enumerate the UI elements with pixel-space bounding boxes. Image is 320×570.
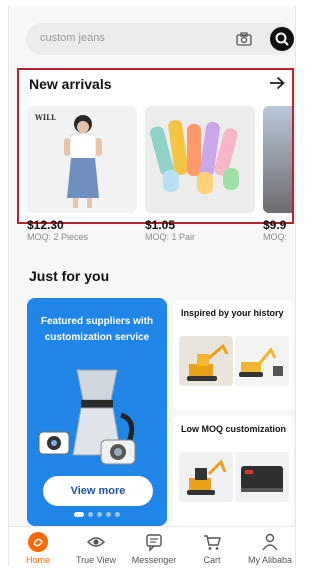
- carousel-dot[interactable]: [88, 512, 93, 517]
- eye-icon: [87, 537, 105, 547]
- product-image-socks[interactable]: [145, 106, 255, 213]
- featured-text: Featured suppliers with customization se…: [40, 316, 154, 343]
- brand-tag: WILL: [34, 113, 56, 122]
- message-icon: [146, 534, 162, 552]
- card-image-excavator[interactable]: [179, 336, 233, 386]
- product-price: $12.30: [27, 218, 64, 232]
- nav-label: Messenger: [131, 555, 177, 565]
- section-title: New arrivals: [29, 76, 112, 92]
- product-image[interactable]: [263, 106, 292, 213]
- app-screen: custom jeans New arrivals WILL $12.30 MO…: [8, 6, 296, 566]
- featured-product-image: [38, 369, 136, 465]
- nav-label: Home: [25, 555, 50, 565]
- carousel-dot[interactable]: [106, 512, 111, 517]
- just-for-you-title: Just for you: [29, 268, 110, 284]
- nav-home[interactable]: Home: [9, 527, 67, 566]
- product-moq: MOQ: 2 Pieces: [27, 232, 89, 242]
- new-arrivals-section: New arrivals WILL $12.30 MOQ: 2 Pieces $…: [17, 68, 294, 242]
- nav-messenger[interactable]: Messenger: [125, 527, 183, 566]
- nav-label: Cart: [203, 555, 221, 565]
- card-title: Inspired by your history: [181, 308, 284, 318]
- search-header: custom jeans: [9, 6, 295, 62]
- home-icon: [28, 532, 48, 552]
- product-price: $9.9: [263, 218, 287, 232]
- card-title: Low MOQ customization: [181, 424, 286, 434]
- search-bar[interactable]: custom jeans: [26, 23, 294, 55]
- search-input[interactable]: custom jeans: [40, 32, 210, 44]
- bottom-navigation: Home True View Messenger Cart My Alibaba: [9, 526, 295, 566]
- nav-my-alibaba[interactable]: My Alibaba: [241, 527, 295, 566]
- product-moq: MOQ: 1 Pair: [145, 232, 196, 242]
- carousel-dot[interactable]: [74, 512, 84, 517]
- product-card[interactable]: WILL $12.30 MOQ: 2 Pieces: [27, 106, 137, 242]
- featured-suppliers-banner[interactable]: Featured suppliers with customization se…: [27, 298, 167, 526]
- cart-icon: [204, 535, 221, 550]
- card-image-battery[interactable]: [235, 452, 289, 502]
- camera-icon[interactable]: [236, 31, 252, 47]
- carousel-dot[interactable]: [97, 512, 102, 517]
- nav-label: My Alibaba: [247, 555, 293, 565]
- product-price: $1.05: [145, 218, 176, 232]
- nav-label: True View: [75, 555, 117, 565]
- nav-cart[interactable]: Cart: [183, 527, 241, 566]
- product-card[interactable]: $1.05 MOQ: 1 Pair: [145, 106, 255, 242]
- search-button[interactable]: [270, 27, 294, 51]
- user-icon: [262, 533, 278, 551]
- card-image-excavator-parts[interactable]: [235, 336, 289, 386]
- product-card[interactable]: $9.9 MOQ:: [263, 106, 292, 256]
- low-moq-card[interactable]: Low MOQ customization: [173, 416, 293, 526]
- card-image-excavator[interactable]: [179, 452, 233, 502]
- arrow-right-icon[interactable]: [268, 75, 286, 91]
- inspired-history-card[interactable]: Inspired by your history: [173, 300, 293, 410]
- carousel-dots[interactable]: [27, 512, 167, 517]
- carousel-dot[interactable]: [115, 512, 120, 517]
- product-moq: MOQ:: [263, 232, 287, 242]
- view-more-button[interactable]: View more: [43, 476, 153, 506]
- product-image-dress[interactable]: WILL: [27, 106, 137, 213]
- nav-true-view[interactable]: True View: [67, 527, 125, 566]
- search-icon: [275, 32, 289, 46]
